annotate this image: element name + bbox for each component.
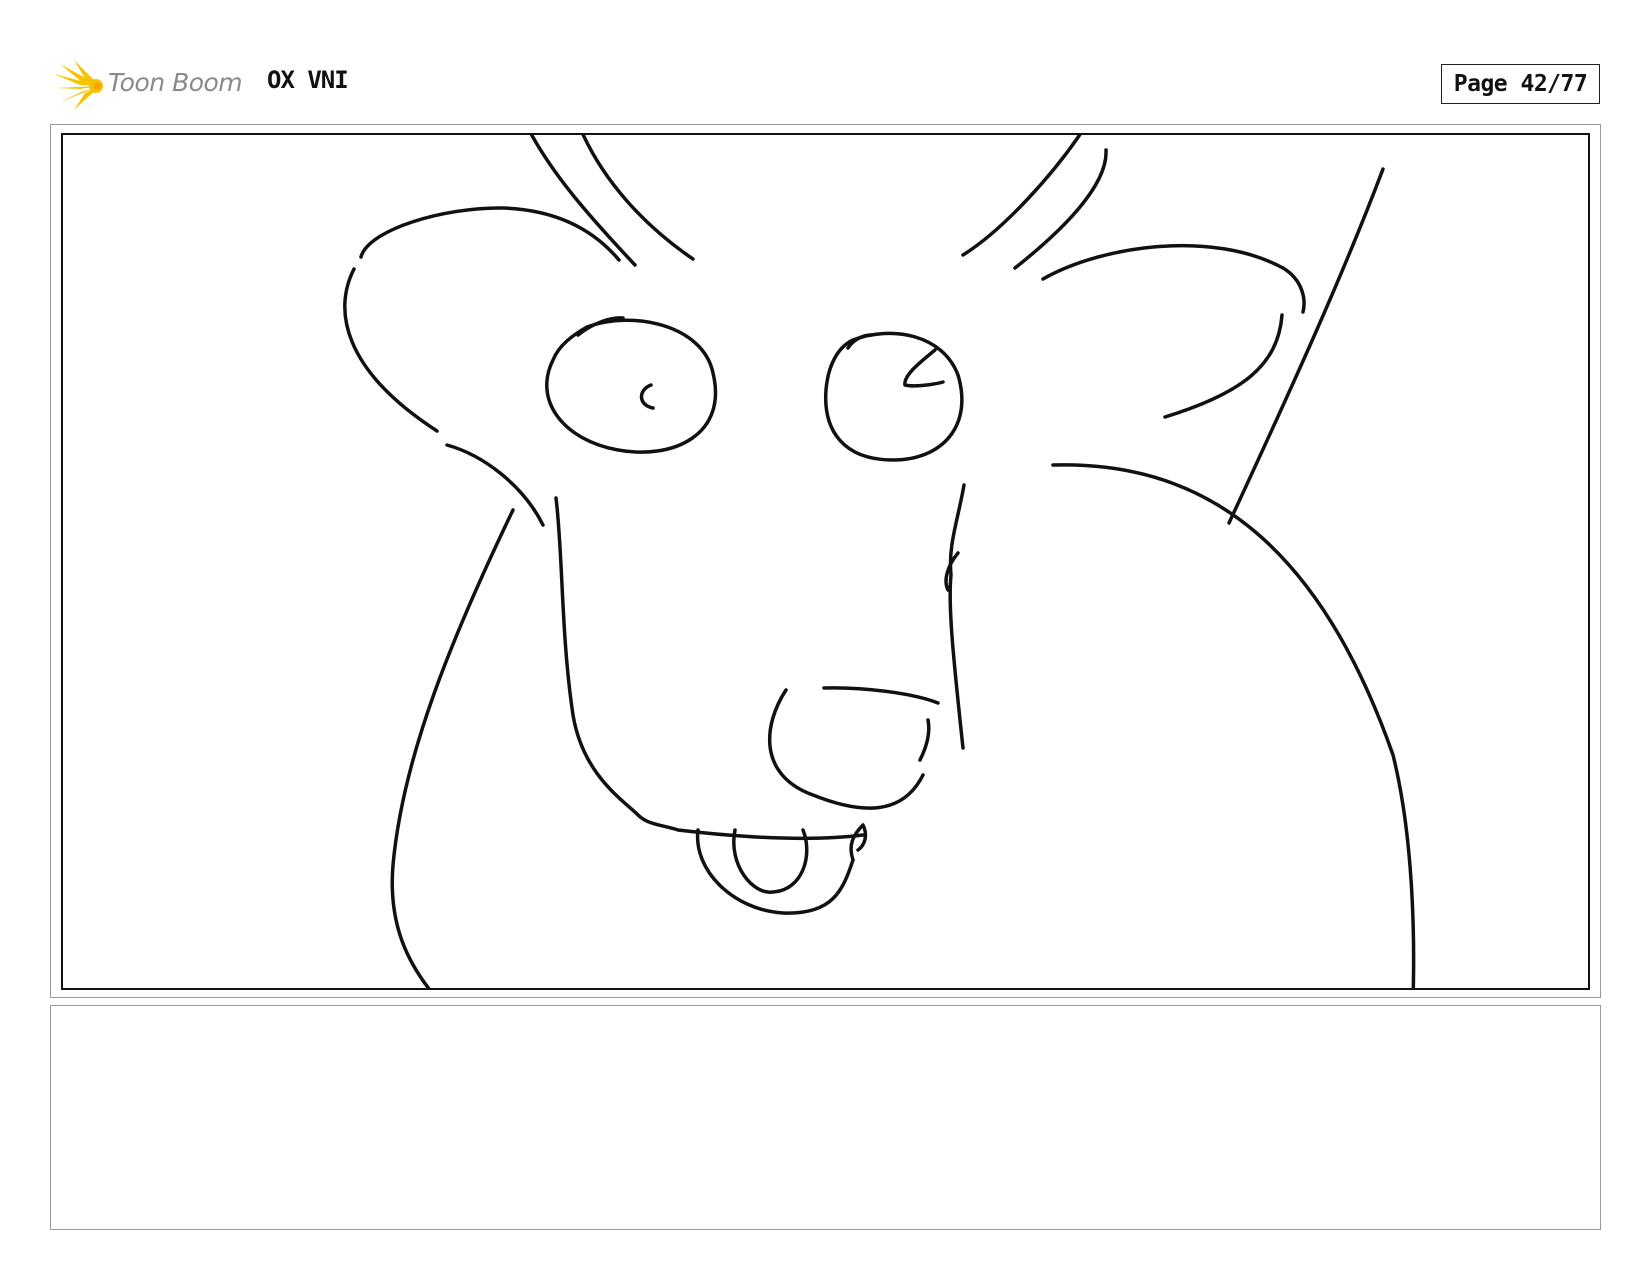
left-body [390, 508, 515, 988]
left-eye [545, 318, 718, 454]
project-title: OX VNI [267, 66, 349, 94]
right-snout-side [948, 483, 966, 750]
starburst-logo-icon [54, 60, 103, 110]
toon-boom-logo: Toon Boom [52, 58, 252, 112]
mouth-corner [849, 823, 868, 862]
panel-notes-area [50, 1005, 1601, 1230]
right-pupil [903, 348, 945, 388]
left-snout-side [554, 496, 640, 817]
left-ear-top [359, 206, 621, 262]
right-horn-inner [1013, 148, 1108, 270]
left-pupil [639, 383, 655, 410]
nose-top [822, 686, 940, 705]
right-eye-top-stroke [846, 333, 873, 350]
lower-lip [695, 828, 855, 915]
left-ear-outer [343, 267, 439, 433]
left-cheek [445, 443, 545, 527]
nose-side [918, 718, 931, 762]
nose [768, 688, 925, 810]
left-horn-outer [529, 135, 637, 267]
background-diagonal-line [1227, 167, 1385, 525]
right-shoulder [1051, 463, 1416, 988]
right-eye [823, 331, 964, 462]
right-horn-outer [961, 135, 1082, 257]
page-counter: Page 42/77 [1441, 64, 1600, 104]
character-sketch [343, 135, 1416, 988]
chin-line [636, 813, 865, 841]
right-ear-top [1041, 243, 1306, 314]
right-ear-outer [1163, 313, 1284, 419]
logo-text: Toon Boom [108, 68, 243, 97]
storyboard-panel [61, 133, 1590, 990]
